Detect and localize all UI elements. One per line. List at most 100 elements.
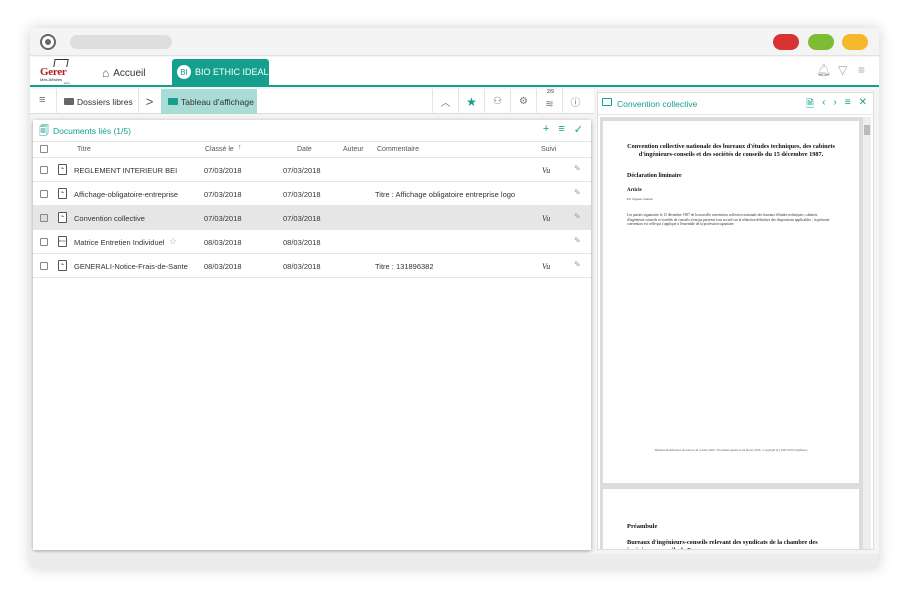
app-menu-icon[interactable] — [40, 34, 56, 50]
row-date: 07/03/2018 — [283, 166, 321, 175]
col-auteur[interactable]: Auteur — [343, 146, 364, 153]
logo[interactable]: Gerer Mes.Affaires .com — [40, 59, 76, 85]
scrollbar-thumb[interactable] — [864, 125, 870, 135]
help-button[interactable]: ⓘ — [562, 89, 588, 114]
document-viewer-panel: Convention collective 🗎︎ ‹ › ≡ ✕ Convent… — [597, 92, 874, 550]
page-note: En vigueur étendu — [627, 197, 653, 201]
edit-icon[interactable]: ✎ — [574, 212, 581, 221]
document-icon[interactable]: 🗎︎ — [806, 97, 814, 114]
edit-icon[interactable]: ✎ — [574, 260, 581, 269]
row-titre: Affichage-obligatoire-entreprise — [74, 190, 179, 199]
logo-sub: Mes.Affaires — [40, 77, 63, 82]
page-paragraph: Les parties signataires le 15 décembre 1… — [627, 213, 830, 227]
company-icon: BI — [177, 65, 191, 79]
status-bar — [30, 554, 879, 568]
table-row[interactable]: DOC Matrice Entretien Individuel ☆ 08/03… — [33, 230, 591, 254]
edit-icon[interactable]: ✎ — [574, 164, 581, 173]
col-suivi[interactable]: Suivi — [541, 146, 556, 153]
list-icon[interactable]: ≡ — [845, 97, 851, 114]
row-suivi: Vu — [542, 166, 551, 175]
documents-icon: 🗐︎ — [39, 126, 49, 137]
title-bar — [30, 28, 879, 56]
row-classe: 08/03/2018 — [204, 238, 242, 247]
stack-badge: 2/9 — [547, 89, 554, 95]
pdf-page: Convention collective nationale des bure… — [603, 121, 859, 483]
tab-home[interactable]: ⌂ Accueil — [102, 61, 146, 85]
sort-asc-icon[interactable]: ↑ — [238, 144, 242, 151]
pdf-icon: ⌁ — [58, 212, 67, 223]
breadcrumb-dossiers-libres[interactable]: Dossiers libres — [56, 89, 138, 114]
row-titre: Convention collective — [74, 214, 145, 223]
row-commentaire: Titre : Affichage obligatoire entreprise… — [375, 190, 516, 199]
row-checkbox[interactable] — [40, 190, 48, 198]
favorite-button[interactable]: ★ — [458, 89, 484, 114]
close-window-button[interactable] — [773, 34, 799, 50]
close-icon[interactable]: ✕ — [859, 97, 867, 114]
col-classe-le[interactable]: Classé le — [205, 146, 234, 153]
viewer-toolbar: 🗎︎ ‹ › ≡ ✕ — [806, 97, 867, 114]
tab-home-label: Accueil — [113, 67, 146, 79]
scrollbar[interactable] — [863, 117, 871, 549]
collapse-up-button[interactable]: ︿ — [432, 89, 458, 114]
col-titre[interactable]: Titre — [77, 146, 91, 153]
user-icon: ⚇ — [493, 96, 502, 107]
edit-icon[interactable]: ✎ — [574, 236, 581, 245]
stack-icon: ≋ — [545, 98, 554, 110]
page-title: Convention collective nationale des bure… — [627, 143, 835, 158]
stack-button[interactable]: 2/9 ≋ — [536, 89, 562, 114]
select-all-checkbox[interactable] — [40, 145, 48, 153]
page-footer: Dernière modification du texte le 30 oct… — [654, 448, 808, 452]
col-date[interactable]: Date — [297, 146, 312, 153]
add-icon[interactable]: + — [543, 123, 549, 136]
table-row[interactable]: ⌁ Affichage-obligatoire-entreprise 07/03… — [33, 182, 591, 206]
maximize-window-button[interactable] — [808, 34, 834, 50]
menu-icon[interactable]: ≡ — [858, 63, 865, 77]
list-icon[interactable]: ≡ — [558, 123, 564, 136]
breadcrumb-item-label: Tableau d'affichage — [181, 96, 254, 107]
minimize-window-button[interactable] — [842, 34, 868, 50]
row-classe: 07/03/2018 — [204, 214, 242, 223]
filter-icon[interactable]: ▽ — [838, 63, 847, 77]
breadcrumb-tableau-affichage[interactable]: Tableau d'affichage — [161, 89, 257, 114]
page-heading: Préambule — [627, 523, 658, 530]
table-row-selected[interactable]: ⌁ Convention collective 07/03/2018 07/03… — [33, 206, 591, 230]
edit-icon[interactable]: ✎ — [574, 188, 581, 197]
table-header: Titre Classé le ↑ Date Auteur Commentair… — [33, 142, 591, 158]
row-checkbox[interactable] — [40, 262, 48, 270]
col-commentaire[interactable]: Commentaire — [377, 146, 419, 153]
row-date: 07/03/2018 — [283, 214, 321, 223]
table-row[interactable]: ⌁ GENERALI-Notice-Frais-de-Sante 08/03/2… — [33, 254, 591, 278]
page-subheading: Article — [627, 188, 642, 193]
pdf-icon: ⌁ — [58, 164, 67, 175]
tab-company[interactable]: BI BIO ETHIC IDEAL — [172, 59, 269, 85]
page-paragraph: Bureaux d'ingénieurs-conseils relevant d… — [627, 539, 818, 549]
row-checkbox[interactable] — [40, 214, 48, 222]
documents-title: Documents liés (1/5) — [53, 126, 131, 136]
row-suivi: Vu — [542, 214, 551, 223]
check-icon[interactable]: ✓ — [574, 123, 583, 136]
star-outline-icon[interactable]: ☆ — [169, 236, 177, 247]
row-checkbox[interactable] — [40, 166, 48, 174]
address-bar[interactable] — [70, 35, 172, 49]
pdf-icon: ⌁ — [58, 260, 67, 271]
pdf-icon: ⌁ — [58, 188, 67, 199]
documents-panel: 🗐︎ Documents liés (1/5) + ≡ ✓ Titre Clas… — [33, 120, 591, 550]
documents-header: 🗐︎ Documents liés (1/5) + ≡ ✓ — [33, 120, 591, 142]
table-row[interactable]: ⌁ REGLEMENT INTERIEUR BEI 07/03/2018 07/… — [33, 158, 591, 182]
bell-icon[interactable]: 🔔︎ — [816, 63, 831, 77]
row-classe: 07/03/2018 — [204, 190, 242, 199]
users-button[interactable]: ⚇ — [484, 89, 510, 114]
hamburger-icon[interactable]: ≡ — [39, 94, 45, 106]
row-checkbox[interactable] — [40, 238, 48, 246]
tab-company-label: BIO ETHIC IDEAL — [195, 67, 269, 77]
pdf-page: Préambule Bureaux d'ingénieurs-conseils … — [603, 489, 859, 549]
chevron-right-icon: > — [138, 89, 160, 114]
breadcrumb-toolbar: ︿ ★ ⚇ ⚙ 2/9 ≋ ⓘ — [432, 89, 588, 114]
settings-button[interactable]: ⚙ — [510, 89, 536, 114]
pdf-viewer[interactable]: Convention collective nationale des bure… — [600, 117, 871, 549]
breadcrumb: ≡ Dossiers libres > Tableau d'affichage … — [30, 89, 594, 114]
row-date: 08/03/2018 — [283, 238, 321, 247]
page-heading: Déclaration liminaire — [627, 173, 682, 179]
chevron-right-icon[interactable]: › — [833, 97, 836, 114]
chevron-left-icon[interactable]: ‹ — [822, 97, 825, 114]
